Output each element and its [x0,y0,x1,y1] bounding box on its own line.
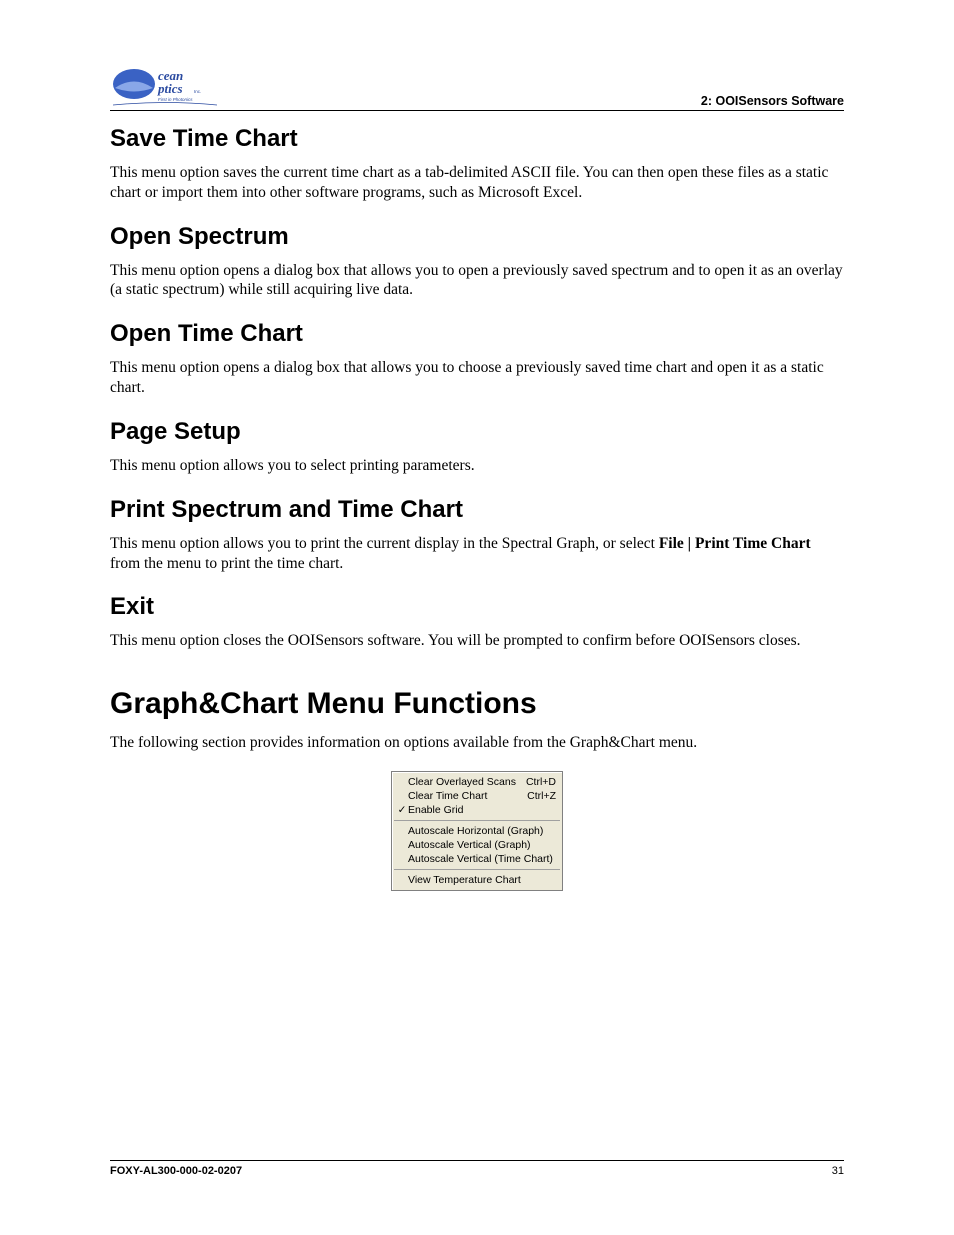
footer-page-num: 31 [832,1165,844,1177]
menu-item-clear-overlayed-scans[interactable]: Clear Overlayed Scans Ctrl+D [392,775,562,789]
body-graph-chart-menu: The following section provides informati… [110,733,844,753]
chapter-label: 2: OOISensors Software [701,94,844,108]
menu-item-clear-time-chart[interactable]: Clear Time Chart Ctrl+Z [392,789,562,803]
body-save-time-chart: This menu option saves the current time … [110,163,844,203]
svg-text:ptics: ptics [157,81,183,96]
body-page-setup: This menu option allows you to select pr… [110,456,844,476]
menu-item-label: Enable Grid [408,804,546,816]
footer-doc-id: FOXY-AL300-000-02-0207 [110,1165,242,1177]
heading-graph-chart-menu: Graph&Chart Menu Functions [110,687,844,721]
menu-group-3: View Temperature Chart [392,870,562,890]
menu-item-autoscale-vertical-time-chart[interactable]: Autoscale Vertical (Time Chart) [392,852,562,866]
heading-page-setup: Page Setup [110,418,844,446]
page-footer: FOXY-AL300-000-02-0207 31 [110,1160,844,1177]
menu-item-label: Autoscale Horizontal (Graph) [408,825,556,837]
body-open-time-chart: This menu option opens a dialog box that… [110,358,844,398]
heading-exit: Exit [110,593,844,621]
menu-group-2: Autoscale Horizontal (Graph) Autoscale V… [392,821,562,869]
body-exit: This menu option closes the OOISensors s… [110,631,844,651]
menu-group-1: Clear Overlayed Scans Ctrl+D Clear Time … [392,772,562,820]
print-body-pre: This menu option allows you to print the… [110,535,659,552]
heading-open-time-chart: Open Time Chart [110,320,844,348]
svg-text:First in Photonics: First in Photonics [158,97,193,102]
menu-item-label: Clear Overlayed Scans [408,776,516,788]
menu-item-autoscale-horizontal-graph[interactable]: Autoscale Horizontal (Graph) [392,824,562,838]
body-print-spectrum: This menu option allows you to print the… [110,534,844,574]
menu-item-label: Autoscale Vertical (Time Chart) [408,853,556,865]
document-page: cean ptics Inc. First in Photonics 2: OO… [0,0,954,1235]
menu-item-shortcut: Ctrl+D [516,776,556,788]
heading-open-spectrum: Open Spectrum [110,223,844,251]
heading-save-time-chart: Save Time Chart [110,125,844,153]
menu-item-label: View Temperature Chart [408,874,556,886]
heading-print-spectrum: Print Spectrum and Time Chart [110,496,844,524]
menu-item-enable-grid[interactable]: ✓ Enable Grid [392,803,562,817]
print-body-bold: File | Print Time Chart [659,535,811,552]
menu-item-label: Clear Time Chart [408,790,517,802]
menu-item-view-temperature-chart[interactable]: View Temperature Chart [392,873,562,887]
menu-item-autoscale-vertical-graph[interactable]: Autoscale Vertical (Graph) [392,838,562,852]
page-header: cean ptics Inc. First in Photonics 2: OO… [110,60,844,111]
svg-text:Inc.: Inc. [194,89,201,94]
menu-item-shortcut: Ctrl+Z [517,790,556,802]
graph-chart-menu-screenshot: Clear Overlayed Scans Ctrl+D Clear Time … [391,771,563,891]
ocean-optics-logo: cean ptics Inc. First in Photonics [110,60,220,108]
menu-item-label: Autoscale Vertical (Graph) [408,839,556,851]
print-body-post: from the menu to print the time chart. [110,555,343,572]
body-open-spectrum: This menu option opens a dialog box that… [110,261,844,301]
check-icon: ✓ [396,804,408,816]
